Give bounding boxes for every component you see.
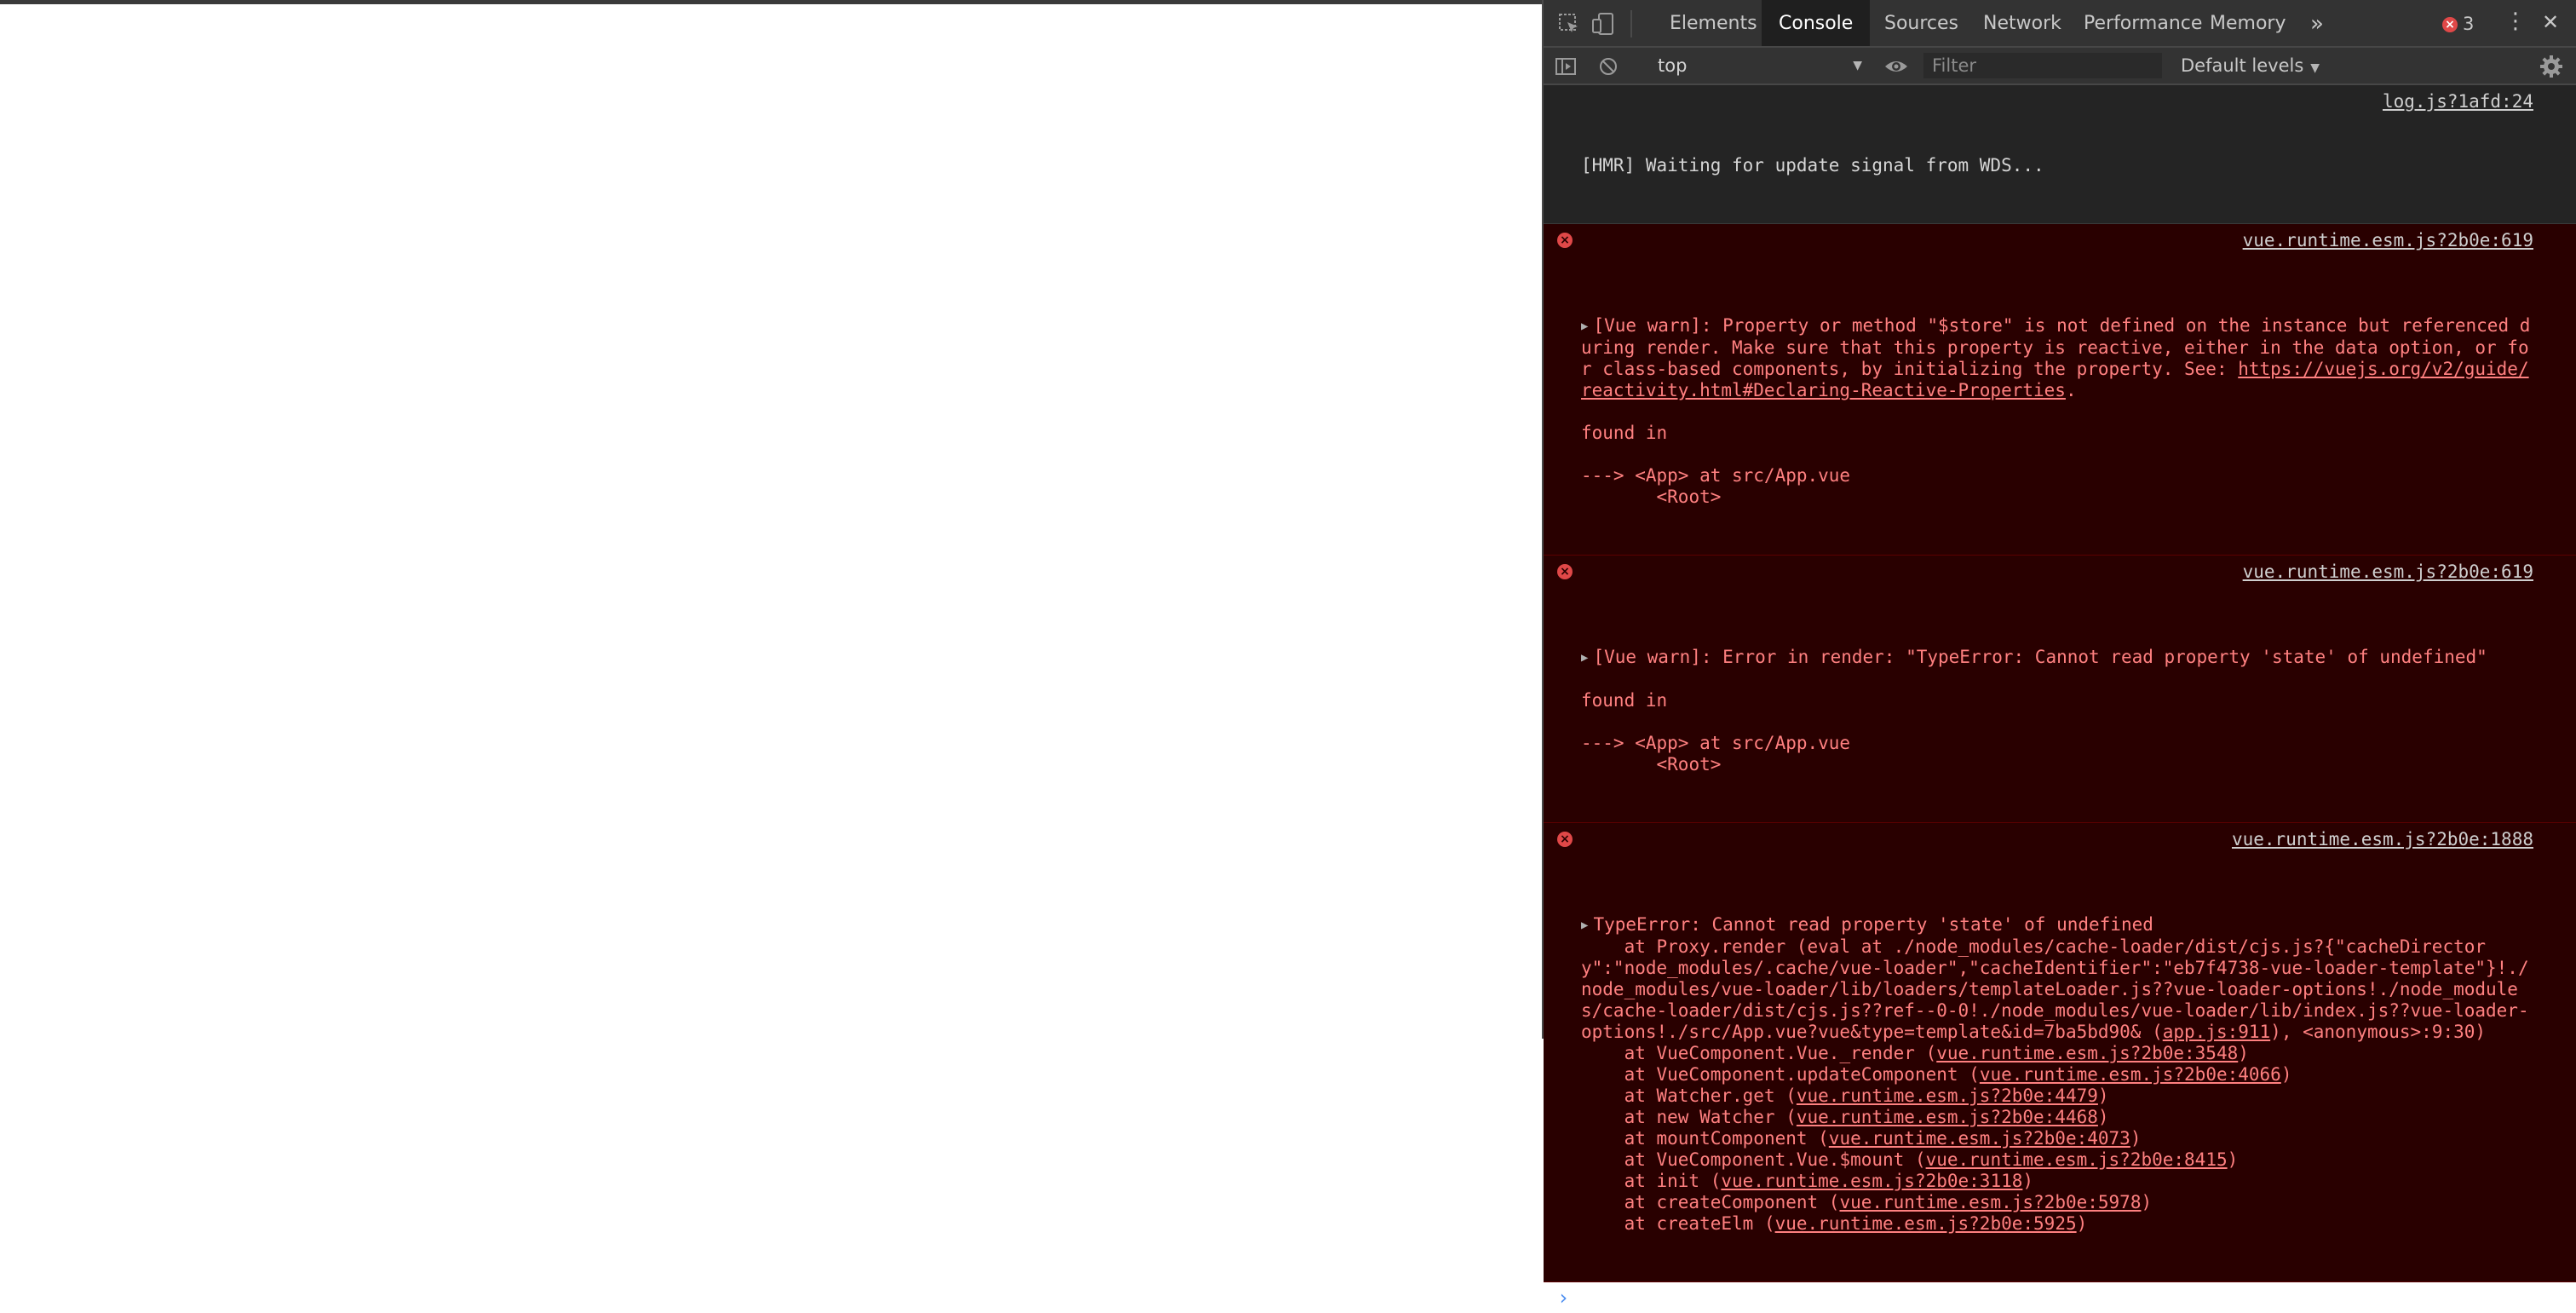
more-options-icon[interactable]: ⋮ [2504,9,2527,34]
stack-frame-text: at VueComponent.Vue.$mount ( [1581,1149,1926,1170]
stack-frame-link[interactable]: vue.runtime.esm.js?2b0e:5925 [1775,1213,2077,1234]
warn1-body: ▶ [Vue warn]: Property or method "$store"… [1581,315,2533,508]
tab-sources[interactable]: Sources [1867,0,1975,46]
expand-triangle-icon[interactable]: ▶ [1581,919,1588,932]
chevron-down-icon: ▼ [1853,59,1862,72]
clear-console-icon[interactable] [1596,55,1620,78]
stack-frame-text: at new Watcher ( [1581,1107,1797,1127]
app-js-link[interactable]: app.js:911 [2163,1022,2270,1042]
console-output[interactable]: log.js?1afd:24 [HMR] Waiting for update … [1544,85,2576,1310]
stack-frame-link[interactable]: vue.runtime.esm.js?2b0e:4066 [1980,1064,2281,1085]
devtools-panel: Elements Console Sources Network Perform… [1542,0,2576,1310]
stack-frame-text: at VueComponent.updateComponent ( [1581,1064,1980,1085]
log-levels-label: Default levels [2181,55,2304,76]
log-levels-dropdown[interactable]: Default levels ▼ [2181,53,2320,78]
console-log-message: log.js?1afd:24 [HMR] Waiting for update … [1544,85,2576,224]
tab-elements[interactable]: Elements [1653,0,1774,46]
stack-trace: at VueComponent.Vue._render (vue.runtime… [1581,1043,2292,1234]
gear-icon[interactable] [2539,54,2564,79]
log-text: [HMR] Waiting for update signal from WDS… [1581,155,2044,176]
inspect-element-icon[interactable] [1555,10,1583,37]
warn2-body: ▶ [Vue warn]: Error in render: "TypeError… [1581,647,2533,775]
stack-frame-suffix: ) [2130,1128,2142,1149]
toolbar-divider [1630,10,1632,37]
prompt-chevron-icon: › [1557,1286,1570,1310]
context-selector[interactable]: top ▼ [1653,53,1871,78]
tab-memory[interactable]: Memory [2193,0,2303,46]
stack-frame-suffix: ) [2076,1213,2088,1234]
error-icon: × [1557,832,1573,847]
error-source-link[interactable]: vue.runtime.esm.js?2b0e:1888 [2232,829,2533,850]
warn1-source-link[interactable]: vue.runtime.esm.js?2b0e:619 [2243,230,2533,251]
expand-triangle-icon[interactable]: ▶ [1581,320,1588,333]
show-sidebar-icon[interactable] [1554,55,1578,78]
chevron-down-icon: ▼ [2310,61,2320,75]
error-count-badge[interactable]: × 3 [2442,12,2474,36]
stack-frame-text: at createElm ( [1581,1213,1775,1234]
stack-frame-link[interactable]: vue.runtime.esm.js?2b0e:3548 [1936,1043,2238,1063]
filter-input[interactable] [1923,53,2162,78]
error-body: ▶ TypeError: Cannot read property 'state'… [1581,914,2533,1235]
error-text-after: ), <anonymous>:9:30) [2270,1022,2487,1042]
eye-icon[interactable] [1883,55,1910,78]
device-toolbar-icon[interactable] [1590,10,1617,37]
tab-console[interactable]: Console [1762,0,1871,46]
console-toolbar: top ▼ Default levels ▼ [1544,48,2576,85]
page-viewport[interactable] [0,4,1542,1039]
stack-frame-link[interactable]: vue.runtime.esm.js?2b0e:4468 [1797,1107,2098,1127]
type-error-message: × vue.runtime.esm.js?2b0e:1888 ▶ TypeErro… [1544,823,2576,1282]
stack-frame-text: at mountComponent ( [1581,1128,1829,1149]
warn2-text: [Vue warn]: Error in render: "TypeError:… [1581,647,2487,775]
stack-frame-suffix: ) [2022,1171,2034,1191]
close-icon[interactable]: ✕ [2542,10,2559,34]
error-count: 3 [2463,14,2475,34]
stack-frame-text: at init ( [1581,1171,1722,1191]
stack-frame-text: at Watcher.get ( [1581,1086,1797,1106]
log-source-link[interactable]: log.js?1afd:24 [2383,91,2533,112]
stack-frame-link[interactable]: vue.runtime.esm.js?2b0e:4073 [1829,1128,2130,1149]
stack-frame-text: at VueComponent.Vue._render ( [1581,1043,1937,1063]
devtools-tab-bar: Elements Console Sources Network Perform… [1544,0,2576,48]
stack-frame-suffix: ) [2141,1192,2153,1212]
stack-frame-suffix: ) [2238,1043,2249,1063]
stack-frame-text: at createComponent ( [1581,1192,1840,1212]
stack-frame-suffix: ) [2097,1086,2109,1106]
tab-network[interactable]: Network [1966,0,2079,46]
error-icon: × [1557,233,1573,248]
vue-warn-store-message: × vue.runtime.esm.js?2b0e:619 ▶ [Vue warn… [1544,224,2576,556]
more-tabs-icon[interactable]: » [2293,0,2341,46]
stack-frame-link[interactable]: vue.runtime.esm.js?2b0e:4479 [1797,1086,2098,1106]
expand-triangle-icon[interactable]: ▶ [1581,651,1588,665]
context-value: top [1658,55,1688,76]
stack-frame-suffix: ) [2280,1064,2292,1085]
stack-frame-link[interactable]: vue.runtime.esm.js?2b0e:3118 [1721,1171,2022,1191]
vue-warn-render-message: × vue.runtime.esm.js?2b0e:619 ▶ [Vue warn… [1544,556,2576,823]
stack-frame-link[interactable]: vue.runtime.esm.js?2b0e:8415 [1926,1149,2228,1170]
console-prompt[interactable]: › [1544,1282,2576,1313]
error-icon: × [2442,17,2458,32]
stack-frame-link[interactable]: vue.runtime.esm.js?2b0e:5978 [1839,1192,2141,1212]
stack-frame-suffix: ) [2227,1149,2239,1170]
error-icon: × [1557,564,1573,579]
stack-frame-suffix: ) [2097,1107,2109,1127]
warn2-source-link[interactable]: vue.runtime.esm.js?2b0e:619 [2243,561,2533,583]
